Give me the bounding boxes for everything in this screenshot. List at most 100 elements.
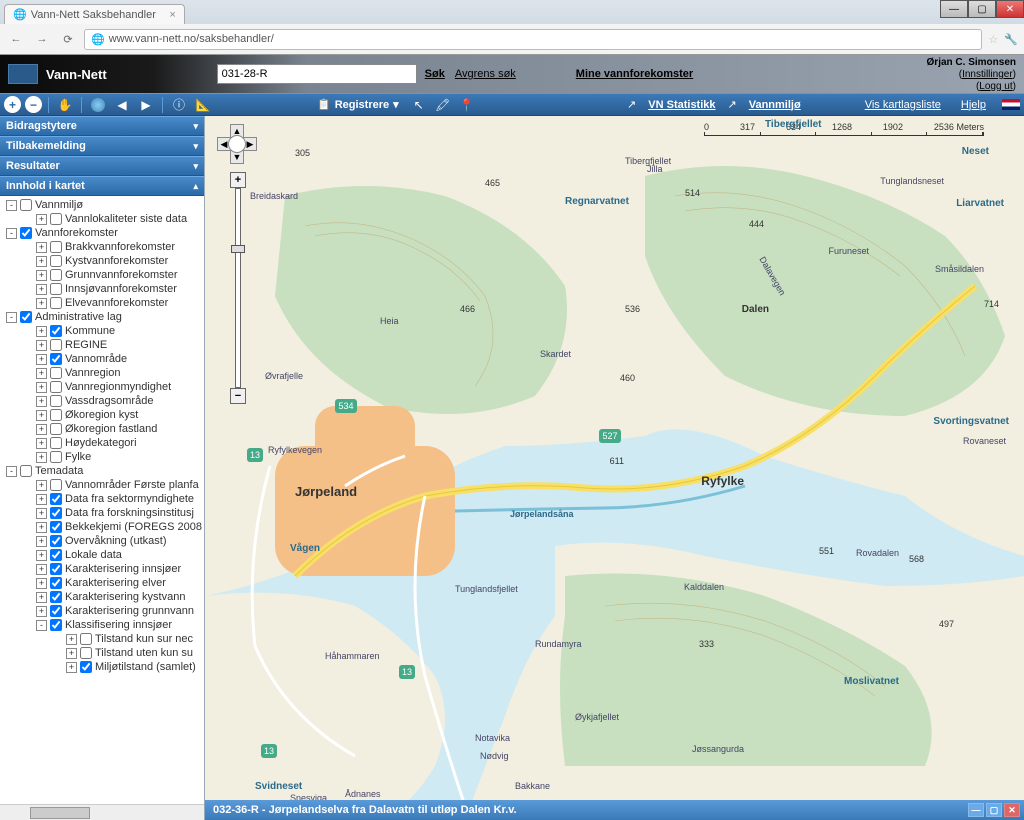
tree-expander[interactable]: + xyxy=(36,214,47,225)
tree-checkbox[interactable] xyxy=(80,661,92,673)
tree-expander[interactable]: + xyxy=(66,662,77,673)
tree-expander[interactable]: + xyxy=(36,522,47,533)
tree-item-kystvann[interactable]: +Kystvannforekomster xyxy=(4,254,204,268)
tree-checkbox[interactable] xyxy=(80,647,92,659)
measure-tool[interactable]: 📐 xyxy=(193,96,213,114)
horizontal-scrollbar[interactable] xyxy=(0,804,204,820)
tree-expander[interactable]: + xyxy=(36,298,47,309)
tree-checkbox[interactable] xyxy=(50,269,62,281)
panel-bidragstytere[interactable]: Bidragstytere▾ xyxy=(0,116,204,136)
tree-item-okoregion_fastland[interactable]: +Økoregion fastland xyxy=(4,422,204,436)
advanced-search-link[interactable]: Avgrens søk xyxy=(455,68,516,80)
zoom-out-button[interactable]: − xyxy=(230,388,246,404)
tree-checkbox[interactable] xyxy=(50,507,62,519)
tree-expander[interactable]: - xyxy=(6,228,17,239)
tree-expander[interactable]: + xyxy=(36,340,47,351)
window-close-button[interactable]: ✕ xyxy=(996,0,1024,18)
tree-item-elvevann[interactable]: +Elvevannforekomster xyxy=(4,296,204,310)
tree-checkbox[interactable] xyxy=(50,591,62,603)
tree-expander[interactable]: + xyxy=(36,494,47,505)
tree-item-lokale_data[interactable]: +Lokale data xyxy=(4,548,204,562)
vannmiljo-link[interactable]: Vannmiljø xyxy=(749,99,801,111)
tree-item-kar_innsjoer[interactable]: +Karakterisering innsjøer xyxy=(4,562,204,576)
zoom-in-button[interactable]: + xyxy=(230,172,246,188)
tree-expander[interactable]: + xyxy=(36,270,47,281)
tree-item-hoydekategori[interactable]: +Høydekategori xyxy=(4,436,204,450)
tree-checkbox[interactable] xyxy=(50,409,62,421)
tree-checkbox[interactable] xyxy=(50,423,62,435)
tree-expander[interactable]: + xyxy=(36,326,47,337)
tree-expander[interactable]: - xyxy=(6,466,17,477)
tree-expander[interactable]: + xyxy=(36,284,47,295)
nav-next-tool[interactable]: ▶ xyxy=(136,96,156,114)
tree-item-vassdragsomrade[interactable]: +Vassdragsområde xyxy=(4,394,204,408)
panel-resultater[interactable]: Resultater▾ xyxy=(0,156,204,176)
tree-item-data_sektor[interactable]: +Data fra sektormyndighete xyxy=(4,492,204,506)
tree-item-vannlokaliteter[interactable]: +Vannlokaliteter siste data xyxy=(4,212,204,226)
tree-checkbox[interactable] xyxy=(50,493,62,505)
zoom-slider-handle[interactable] xyxy=(231,245,245,253)
tree-item-fylke[interactable]: +Fylke xyxy=(4,450,204,464)
pointer-tool[interactable]: ↖ xyxy=(409,96,429,114)
tree-item-klass_innsjoer[interactable]: -Klassifisering innsjøer xyxy=(4,618,204,632)
tree-item-overvakning[interactable]: +Overvåkning (utkast) xyxy=(4,534,204,548)
tab-close-icon[interactable]: × xyxy=(169,9,175,21)
tree-item-vannomrade[interactable]: +Vannområde xyxy=(4,352,204,366)
tree-expander[interactable]: + xyxy=(36,606,47,617)
tree-item-vannforekomster[interactable]: -Vannforekomster xyxy=(4,226,204,240)
tree-expander[interactable]: + xyxy=(36,536,47,547)
window-minimize-button[interactable]: — xyxy=(940,0,968,18)
tree-expander[interactable]: + xyxy=(36,368,47,379)
tree-item-vannregion[interactable]: +Vannregion xyxy=(4,366,204,380)
add-point-tool[interactable]: 📍 xyxy=(457,96,477,114)
pan-center-button[interactable] xyxy=(228,135,246,153)
tree-expander[interactable]: + xyxy=(36,410,47,421)
globe-tool[interactable] xyxy=(88,96,108,114)
settings-link[interactable]: Innstillinger xyxy=(962,69,1013,80)
tree-item-brakkvann[interactable]: +Brakkvannforekomster xyxy=(4,240,204,254)
tree-item-kar_elver[interactable]: +Karakterisering elver xyxy=(4,576,204,590)
tree-item-bekkekjemi[interactable]: +Bekkekjemi (FOREGS 2008 xyxy=(4,520,204,534)
registrere-menu[interactable]: 📋 Registrere ▾ xyxy=(311,98,405,111)
vn-statistikk-link[interactable]: VN Statistikk xyxy=(648,99,715,111)
tree-checkbox[interactable] xyxy=(50,297,62,309)
tree-checkbox[interactable] xyxy=(50,241,62,253)
nav-back-button[interactable]: ← xyxy=(6,29,26,49)
tree-expander[interactable]: + xyxy=(36,578,47,589)
tree-item-kommune[interactable]: +Kommune xyxy=(4,324,204,338)
tree-checkbox[interactable] xyxy=(50,577,62,589)
tree-checkbox[interactable] xyxy=(50,563,62,575)
tree-checkbox[interactable] xyxy=(50,283,62,295)
tree-checkbox[interactable] xyxy=(50,353,62,365)
tree-checkbox[interactable] xyxy=(20,465,32,477)
status-maximize-button[interactable]: ▢ xyxy=(986,803,1002,817)
status-close-button[interactable]: ✕ xyxy=(1004,803,1020,817)
tree-checkbox[interactable] xyxy=(50,521,62,533)
address-bar[interactable]: 🌐 www.vann-nett.no/saksbehandler/ xyxy=(84,29,982,50)
pan-tool[interactable]: ✋ xyxy=(55,96,75,114)
tree-item-innsjovann[interactable]: +Innsjøvannforekomster xyxy=(4,282,204,296)
tree-item-regine[interactable]: +REGINE xyxy=(4,338,204,352)
tree-item-grunnvann[interactable]: +Grunnvannforekomster xyxy=(4,268,204,282)
highlight-tool[interactable]: 🖍 xyxy=(433,96,453,114)
search-input[interactable] xyxy=(217,64,417,84)
tree-item-administrative[interactable]: -Administrative lag xyxy=(4,310,204,324)
tree-checkbox[interactable] xyxy=(50,451,62,463)
tree-checkbox[interactable] xyxy=(50,535,62,547)
tree-item-okoregion_kyst[interactable]: +Økoregion kyst xyxy=(4,408,204,422)
status-minimize-button[interactable]: — xyxy=(968,803,984,817)
tree-checkbox[interactable] xyxy=(50,367,62,379)
tree-expander[interactable]: + xyxy=(36,592,47,603)
tree-expander[interactable]: + xyxy=(36,438,47,449)
tree-checkbox[interactable] xyxy=(50,479,62,491)
tree-checkbox[interactable] xyxy=(50,325,62,337)
tree-item-temadata[interactable]: -Temadata xyxy=(4,464,204,478)
tree-checkbox[interactable] xyxy=(50,213,62,225)
panel-tilbakemelding[interactable]: Tilbakemelding▾ xyxy=(0,136,204,156)
tree-checkbox[interactable] xyxy=(50,381,62,393)
tree-checkbox[interactable] xyxy=(50,255,62,267)
tree-checkbox[interactable] xyxy=(20,199,32,211)
tree-checkbox[interactable] xyxy=(50,339,62,351)
hjelp-link[interactable]: Hjelp xyxy=(961,99,986,111)
tree-checkbox[interactable] xyxy=(50,549,62,561)
